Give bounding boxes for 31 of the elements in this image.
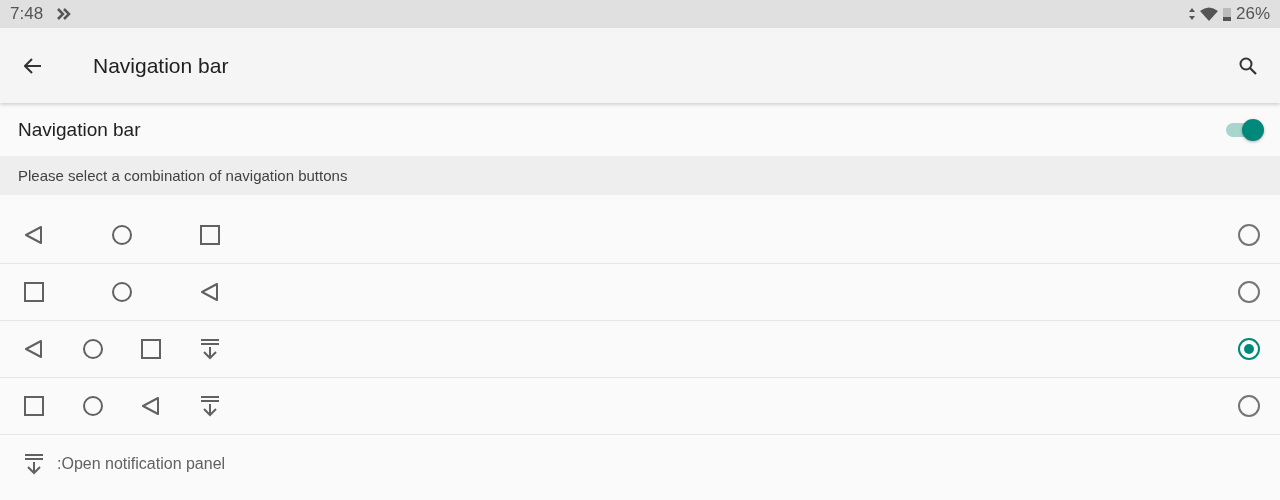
toggle-switch[interactable] [1224, 118, 1264, 142]
chevrons-icon [57, 8, 72, 20]
recents-square-icon [23, 395, 45, 417]
back-triangle-icon [23, 224, 45, 246]
back-triangle-icon [23, 338, 45, 360]
battery-icon [1222, 7, 1231, 21]
screen-title: Navigation bar [93, 53, 229, 78]
battery-percent: 26% [1235, 4, 1270, 24]
home-circle-icon [81, 395, 104, 417]
search-icon [1239, 56, 1257, 75]
status-time: 7:48 [10, 4, 44, 24]
pull-down-icon [23, 453, 45, 475]
home-circle-icon [111, 224, 133, 246]
pull-down-icon [198, 338, 221, 360]
radio-button[interactable] [1238, 224, 1260, 246]
back-arrow-icon [24, 57, 42, 74]
recents-square-icon [23, 281, 45, 303]
radio-button[interactable] [1238, 281, 1260, 303]
legend-text: :Open notification panel [57, 455, 226, 473]
data-arrows-icon [1188, 8, 1195, 20]
radio-button[interactable] [1238, 338, 1260, 360]
radio-button[interactable] [1238, 395, 1260, 417]
recents-square-icon [140, 338, 163, 360]
pull-down-icon [198, 395, 221, 417]
wifi-icon [1199, 7, 1218, 21]
home-circle-icon [111, 281, 133, 303]
recents-square-icon [199, 224, 221, 246]
setting-label: Navigation bar [18, 119, 141, 141]
back-triangle-icon [199, 281, 221, 303]
home-circle-icon [81, 338, 104, 360]
section-header-text: Please select a combination of navigation buttons [18, 167, 348, 184]
